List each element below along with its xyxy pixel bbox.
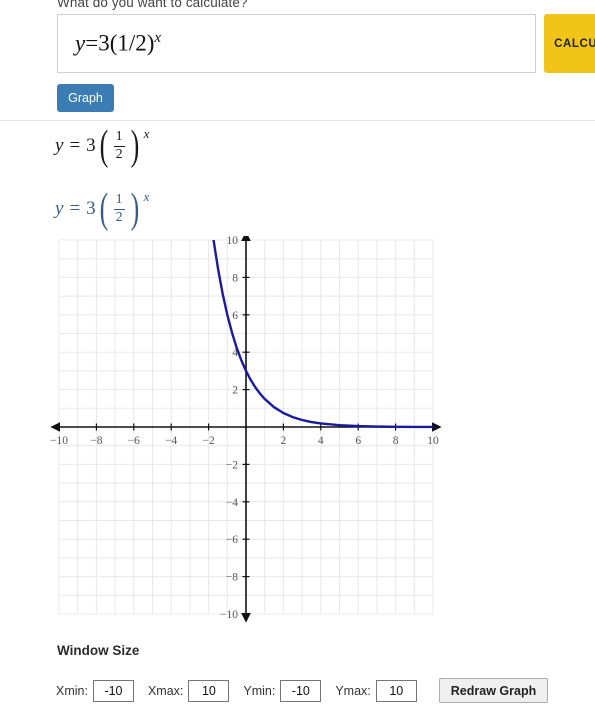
expression-base: 3(1/2) (98, 30, 155, 56)
svg-text:8: 8 (232, 272, 238, 284)
xmin-group: Xmin: (56, 679, 134, 702)
svg-text:6: 6 (355, 435, 361, 447)
ymax-group: Ymax: (335, 679, 417, 702)
svg-text:−6: −6 (226, 534, 238, 546)
svg-text:−2: −2 (202, 435, 214, 447)
equation-equals: = (69, 135, 81, 157)
equation-coefficient: 3 (86, 198, 96, 220)
prompt-label: What do you want to calculate? (57, 0, 248, 10)
ymax-label: Ymax: (335, 683, 371, 698)
svg-text:−2: −2 (226, 459, 238, 471)
svg-text:2: 2 (232, 385, 238, 397)
expression-input-value: y=3(1/2)x (58, 30, 161, 57)
equation-coefficient: 3 (86, 135, 96, 157)
expression-lhs: y (75, 30, 86, 56)
calculate-button[interactable]: CALCULATE (544, 14, 595, 73)
svg-text:10: 10 (227, 236, 239, 247)
svg-text:4: 4 (318, 435, 324, 447)
ymin-input[interactable] (280, 679, 322, 702)
ymin-label: Ymin: (243, 683, 276, 698)
equation-display-primary: y = 3 ( 1 2 ) x (55, 123, 150, 170)
section-divider (0, 120, 595, 121)
window-size-title: Window Size (57, 643, 140, 658)
expression-equals: = (85, 30, 99, 56)
expression-input[interactable]: y=3(1/2)x (57, 14, 536, 73)
svg-text:−8: −8 (226, 572, 238, 584)
equation-exponent: x (143, 189, 150, 204)
svg-text:−10: −10 (50, 435, 68, 447)
equation-fraction: 1 2 (113, 129, 125, 162)
ymin-group: Ymin: (243, 679, 322, 702)
svg-text:10: 10 (427, 435, 439, 447)
svg-text:−8: −8 (90, 435, 102, 447)
fraction-denominator: 2 (115, 209, 123, 225)
fraction-numerator: 1 (115, 129, 123, 144)
xmax-input[interactable] (188, 679, 230, 702)
equation-lhs: y (55, 135, 64, 157)
graph-svg: −10 −8 −6 −4 −2 2 4 6 8 10108642−2−4−6−8−10 (50, 231, 442, 623)
equation-display-graphed: y = 3 ( 1 2 ) x (55, 186, 150, 233)
xmax-group: Xmax: (147, 679, 230, 702)
svg-text:−4: −4 (165, 435, 177, 447)
calculator-page: What do you want to calculate? y=3(1/2)x… (0, 0, 595, 717)
equation-fraction: 1 2 (113, 192, 125, 225)
svg-text:6: 6 (232, 310, 238, 322)
xmin-input[interactable] (92, 679, 134, 702)
svg-text:2: 2 (281, 435, 287, 447)
svg-text:−4: −4 (226, 497, 238, 509)
equation-lhs: y (55, 198, 64, 220)
ymax-input[interactable] (375, 679, 417, 702)
svg-text:−10: −10 (220, 609, 238, 621)
graph-button[interactable]: Graph (57, 84, 114, 112)
fraction-denominator: 2 (115, 146, 123, 162)
svg-text:8: 8 (393, 435, 399, 447)
xmin-label: Xmin: (56, 683, 88, 698)
redraw-graph-button[interactable]: Redraw Graph (438, 678, 549, 703)
graph-canvas: −10 −8 −6 −4 −2 2 4 6 8 10 10 8 6 4 2 −2 −4 −6 −8 −10 (34, 231, 444, 639)
xmax-label: Xmax: (147, 683, 184, 698)
equation-equals: = (69, 198, 81, 220)
svg-text:−6: −6 (128, 435, 140, 447)
window-size-controls: Xmin: Xmax: Ymin: Ymax: Redraw Graph (56, 678, 549, 703)
expression-exponent: x (154, 30, 162, 47)
equation-exponent: x (143, 126, 150, 141)
fraction-numerator: 1 (115, 192, 123, 207)
